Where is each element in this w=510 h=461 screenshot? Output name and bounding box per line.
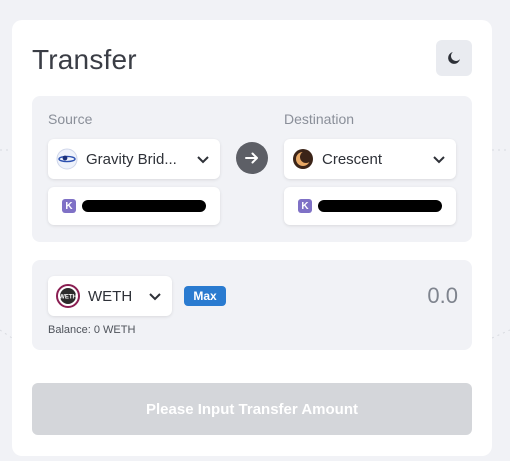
gravity-bridge-icon — [56, 148, 78, 170]
amount-input[interactable] — [298, 280, 458, 312]
chevron-down-icon — [433, 156, 445, 164]
svg-text:WETH: WETH — [59, 295, 77, 301]
token-select[interactable]: WETH WETH — [48, 276, 172, 316]
redacted-address — [82, 200, 206, 212]
balance-text: Balance: 0 WETH — [48, 324, 136, 336]
amount-panel: WETH WETH Max Balance: 0 WETH — [32, 260, 472, 350]
moon-icon — [448, 52, 460, 64]
source-chain-select[interactable]: Gravity Brid... — [48, 139, 220, 179]
destination-address-field[interactable]: K — [284, 187, 456, 225]
page-title: Transfer — [32, 44, 137, 75]
arrow-right-icon — [245, 152, 258, 164]
source-address-field[interactable]: K — [48, 187, 220, 225]
keplr-icon: K — [62, 199, 76, 213]
keplr-icon: K — [298, 199, 312, 213]
destination-chain-name: Crescent — [322, 150, 383, 168]
weth-icon: WETH — [56, 284, 80, 308]
chevron-down-icon — [197, 156, 209, 164]
route-panel: Source Destination Gravity Brid... Cresc… — [32, 96, 472, 242]
destination-label: Destination — [284, 111, 355, 127]
token-name: WETH — [88, 287, 133, 305]
transfer-submit-button[interactable]: Please Input Transfer Amount — [32, 383, 472, 435]
source-chain-name: Gravity Brid... — [86, 150, 177, 168]
chevron-down-icon — [149, 293, 161, 301]
destination-chain-select[interactable]: Crescent — [284, 139, 456, 179]
max-button[interactable]: Max — [184, 286, 226, 306]
swap-direction-button[interactable] — [236, 142, 268, 174]
redacted-address — [318, 200, 442, 212]
source-label: Source — [48, 111, 93, 127]
transfer-card: Transfer Source Destination Gravity Brid… — [12, 20, 492, 456]
crescent-icon — [293, 149, 313, 169]
theme-toggle-button[interactable] — [436, 40, 472, 76]
